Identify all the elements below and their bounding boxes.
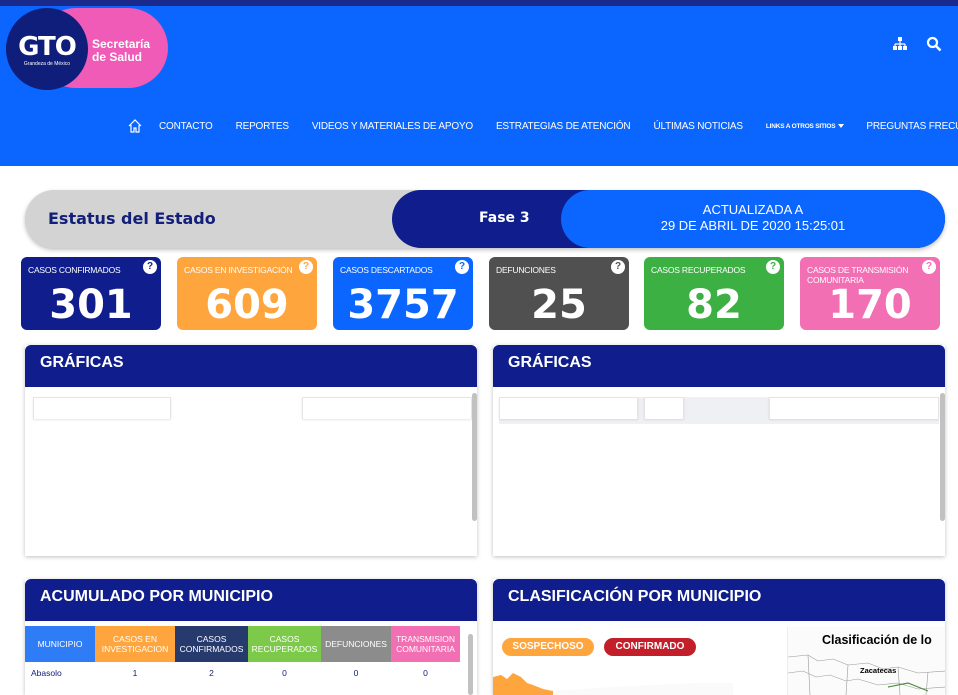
- status-updated: ACTUALIZADA A 29 DE ABRIL DE 2020 15:25:…: [561, 190, 945, 248]
- table-cell: Abasolo: [31, 668, 62, 678]
- table-header[interactable]: CASOS CONFIRMADOS: [175, 626, 248, 662]
- card-descartados: CASOS DESCARTADOS ? 3757: [333, 257, 473, 330]
- scrollbar[interactable]: [940, 393, 945, 521]
- map-place-label: Zacatecas: [860, 666, 897, 675]
- legend-sospechoso[interactable]: SOSPECHOSO: [502, 638, 594, 656]
- table-header[interactable]: CASOS RECUPERADOS: [248, 626, 321, 662]
- site-logo[interactable]: GTO Grandeza de México Secretaría de Sal…: [6, 8, 168, 90]
- logo-tagline: Grandeza de México: [23, 60, 71, 67]
- card-defunciones: DEFUNCIONES ? 25: [489, 257, 629, 330]
- logo-brand: GTO: [18, 31, 77, 62]
- state-status-bar: Estatus del Estado Fase 3 ACTUALIZADA A …: [25, 190, 945, 248]
- panel-header: GRÁFICAS: [25, 345, 477, 387]
- card-label: CASOS DESCARTADOS: [340, 265, 433, 275]
- chart-tab[interactable]: [302, 397, 472, 419]
- table-header[interactable]: MUNICIPIO: [25, 626, 95, 662]
- legend-confirmado[interactable]: CONFIRMADO: [604, 638, 696, 656]
- nav-links-label: LINKS A OTROS SITIOS: [765, 122, 836, 130]
- card-label: CASOS CONFIRMADOS: [28, 265, 121, 275]
- card-recuperados: CASOS RECUPERADOS ? 82: [644, 257, 784, 330]
- scrollbar[interactable]: [472, 393, 477, 521]
- panel-title: ACUMULADO POR MUNICIPIO: [40, 588, 273, 605]
- help-icon[interactable]: ?: [611, 260, 625, 274]
- panel-header: ACUMULADO POR MUNICIPIO: [25, 579, 477, 621]
- header-icons: [892, 36, 942, 52]
- help-icon[interactable]: ?: [455, 260, 469, 274]
- table-header[interactable]: DEFUNCIONES: [321, 626, 391, 662]
- help-icon[interactable]: ?: [922, 260, 936, 274]
- help-icon[interactable]: ?: [766, 260, 780, 274]
- card-confirmados: CASOS CONFIRMADOS ? 301: [21, 257, 161, 330]
- table-cell: 0: [282, 668, 287, 678]
- panel-header: GRÁFICAS: [493, 345, 945, 387]
- card-value: 25: [531, 282, 587, 328]
- panel-title: GRÁFICAS: [508, 354, 592, 371]
- phase-label: Fase 3: [479, 210, 530, 226]
- card-value: 170: [828, 282, 912, 328]
- card-value: 301: [49, 282, 133, 328]
- classification-map[interactable]: Clasificación de lo Zacatecas: [787, 627, 945, 695]
- map-title: Clasificación de lo: [822, 633, 932, 647]
- table-cell: 2: [209, 668, 214, 678]
- help-icon[interactable]: ?: [299, 260, 313, 274]
- help-icon[interactable]: ?: [143, 260, 157, 274]
- panel-header: CLASIFICACIÓN POR MUNICIPIO: [493, 579, 945, 621]
- logo-circle: GTO Grandeza de México: [6, 8, 88, 90]
- updated-label: ACTUALIZADA A: [702, 202, 804, 217]
- search-icon[interactable]: [926, 36, 942, 52]
- nav-videos[interactable]: VIDEOS Y MATERIALES DE APOYO: [312, 121, 473, 132]
- nav-reportes[interactable]: REPORTES: [236, 121, 289, 132]
- nav-links-dropdown[interactable]: LINKS A OTROS SITIOS: [766, 123, 845, 130]
- nav-estrategias[interactable]: ESTRATEGIAS DE ATENCIÓN: [496, 121, 631, 132]
- panel-title: CLASIFICACIÓN POR MUNICIPIO: [508, 588, 762, 605]
- card-value: 82: [686, 282, 742, 328]
- card-value: 609: [205, 282, 289, 328]
- card-label: CASOS EN INVESTIGACIÓN: [184, 265, 293, 275]
- status-title: Estatus del Estado: [48, 209, 216, 228]
- sitemap-icon[interactable]: [892, 36, 908, 52]
- caret-down-icon: [838, 123, 845, 128]
- card-label: CASOS RECUPERADOS: [651, 265, 746, 275]
- panel-title: GRÁFICAS: [40, 354, 124, 371]
- chart-tab[interactable]: [644, 397, 684, 419]
- home-icon[interactable]: [127, 118, 143, 134]
- table-header[interactable]: TRANSMISION COMUNITARIA: [391, 626, 460, 662]
- chart-tab[interactable]: [33, 397, 171, 419]
- graficas-panel-left: GRÁFICAS: [25, 345, 477, 556]
- logo-name-line2: de Salud: [92, 50, 143, 64]
- site-header: GTO Grandeza de México Secretaría de Sal…: [0, 6, 958, 166]
- nav-noticias[interactable]: ÚLTIMAS NOTICIAS: [653, 121, 743, 132]
- table-cell: 1: [132, 668, 138, 678]
- logo-name: Secretaría de Salud: [92, 38, 150, 64]
- main-nav: CONTACTO REPORTES VIDEOS Y MATERIALES DE…: [127, 115, 958, 137]
- table-cell: 0: [423, 668, 428, 678]
- map-fragment: [493, 673, 733, 695]
- card-transmision: CASOS DE TRANSMISIÓN COMUNITARIA ? 170: [800, 257, 940, 330]
- chart-tab[interactable]: [769, 397, 939, 419]
- table-header[interactable]: CASOS EN INVESTIGACION: [95, 626, 175, 662]
- card-value: 3757: [347, 282, 459, 328]
- chart-tab[interactable]: [499, 397, 638, 419]
- updated-date: 29 DE ABRIL DE 2020 15:25:01: [660, 218, 846, 233]
- card-label: DEFUNCIONES: [496, 265, 556, 275]
- table-cell: 0: [353, 668, 359, 678]
- card-investigacion: CASOS EN INVESTIGACIÓN ? 609: [177, 257, 317, 330]
- nav-preguntas[interactable]: PREGUNTAS FRECUENTES: [866, 121, 958, 132]
- nav-contacto[interactable]: CONTACTO: [159, 121, 213, 132]
- graficas-panel-right: GRÁFICAS: [493, 345, 945, 556]
- scrollbar[interactable]: [468, 634, 473, 695]
- stat-cards: CASOS CONFIRMADOS ? 301 CASOS EN INVESTI…: [21, 257, 941, 330]
